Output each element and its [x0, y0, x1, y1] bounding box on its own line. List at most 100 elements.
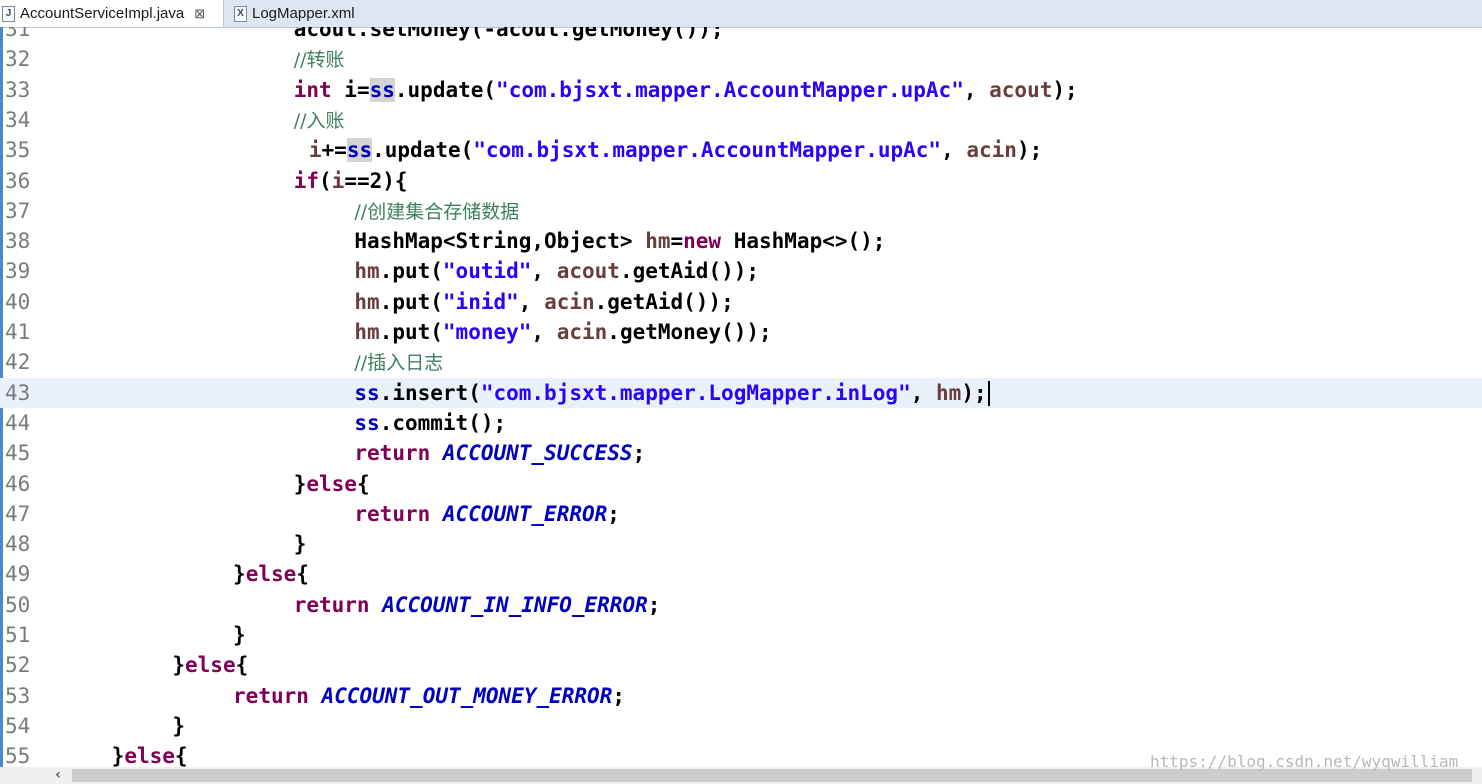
code-text: //入账 [294, 105, 345, 136]
editor-tab-bar: J AccountServiceImpl.java ⊠ X LogMapper.… [0, 0, 1482, 28]
code-token: acout [556, 259, 620, 284]
code-token: return [293, 592, 370, 617]
code-token: //入账 [293, 109, 345, 132]
scroll-left-arrow-icon[interactable]: ‹ [50, 767, 66, 784]
code-token: = [670, 229, 684, 254]
code-line[interactable]: 34 //入账 [0, 105, 1482, 135]
line-number: 47 [5, 501, 31, 526]
line-number: 43 [5, 380, 31, 405]
tab-label: AccountServiceImpl.java [20, 5, 185, 22]
code-line[interactable]: 39 hm.put("outid", acout.getAid()); [0, 256, 1482, 286]
code-line[interactable]: 50 return ACCOUNT_IN_INFO_ERROR; [0, 590, 1482, 620]
line-number: 41 [5, 320, 31, 344]
code-line[interactable]: 53 return ACCOUNT_OUT_MONEY_ERROR; [0, 681, 1482, 711]
code-line[interactable]: 46}else{ [0, 469, 1482, 499]
code-token: .put( [379, 259, 443, 284]
code-text: HashMap<String,Object> hm=new HashMap<>(… [354, 226, 885, 256]
code-token: ); [961, 380, 987, 405]
code-token: ss [354, 410, 380, 435]
code-line[interactable]: 32 //转账 [0, 44, 1482, 74]
code-line[interactable]: 45 return ACCOUNT_SUCCESS; [0, 438, 1482, 468]
code-token: , [518, 289, 545, 314]
line-number: 45 [5, 441, 31, 466]
code-token: acin [556, 320, 608, 344]
code-text: int i=ss.update("com.bjsxt.mapper.Accoun… [294, 75, 1078, 105]
code-text: } [294, 529, 307, 559]
code-token: //创建集合存储数据 [354, 200, 520, 223]
code-token: ACCOUNT_IN_INFO_ERROR [382, 592, 648, 617]
code-line[interactable]: 33 int i=ss.update("com.bjsxt.mapper.Acco… [0, 75, 1482, 105]
code-text: } [172, 711, 185, 741]
code-token: ss [346, 138, 373, 163]
tab-accountserviceimpl-java[interactable]: J AccountServiceImpl.java ⊠ [0, 0, 224, 27]
code-line[interactable]: 36 if(i==2){ [0, 166, 1482, 196]
code-token: .update( [372, 138, 474, 163]
code-text: return ACCOUNT_IN_INFO_ERROR; [294, 590, 661, 620]
code-line[interactable]: 37 //创建集合存储数据 [0, 196, 1482, 226]
code-token: , [910, 380, 937, 405]
line-number: 46 [5, 471, 31, 496]
code-token: } [233, 562, 246, 587]
code-token: "com.bjsxt.mapper.AccountMapper.upAc" [473, 138, 942, 163]
code-token: return [354, 441, 431, 466]
code-text: //转账 [294, 44, 345, 75]
code-text: hm.put("outid", acout.getAid()); [354, 256, 759, 286]
line-number: 35 [5, 138, 31, 163]
code-line[interactable]: 44 ss.commit(); [0, 408, 1482, 438]
code-token: ; [612, 683, 625, 708]
code-token: acin [966, 138, 1017, 163]
code-line[interactable]: 49}else{ [0, 559, 1482, 589]
code-editor[interactable]: 31 acout.setMoney(-acout.getMoney()); 32 //… [0, 27, 1482, 767]
code-token: hm [645, 229, 671, 254]
code-line[interactable]: 51} [0, 620, 1482, 650]
code-token: , [531, 320, 557, 344]
code-line[interactable]: 38 HashMap<String,Object> hm=new HashMap<… [0, 226, 1482, 256]
code-token: .insert( [379, 380, 481, 405]
code-line[interactable]: 35 i+=ss.update("com.bjsxt.mapper.Account… [0, 135, 1482, 165]
code-text: ss.commit(); [354, 408, 506, 438]
code-line[interactable]: 47 return ACCOUNT_ERROR; [0, 499, 1482, 529]
code-token: if [293, 168, 320, 193]
code-token: .update( [394, 77, 497, 102]
line-number: 42 [5, 350, 31, 375]
code-line[interactable]: 52}else{ [0, 650, 1482, 680]
code-text: }else{ [112, 741, 188, 767]
code-text: return ACCOUNT_ERROR; [354, 499, 620, 529]
code-token: "inid" [442, 289, 519, 314]
tab-logmapper-xml[interactable]: X LogMapper.xml [232, 0, 355, 27]
text-caret [988, 380, 990, 406]
code-token: "com.bjsxt.mapper.AccountMapper.upAc" [496, 77, 964, 102]
watermark: https://blog.csdn.net/wyqwilliam [1150, 752, 1459, 771]
line-number: 50 [5, 592, 31, 617]
code-text: //创建集合存储数据 [354, 196, 519, 227]
code-text: //插入日志 [354, 347, 443, 378]
code-token: //插入日志 [354, 352, 444, 375]
code-token: return [354, 501, 431, 526]
close-icon[interactable]: ⊠ [194, 6, 205, 22]
code-token: else [245, 562, 297, 587]
code-token: , [941, 138, 967, 163]
code-line[interactable]: 41 hm.put("money", acin.getMoney()); [0, 317, 1482, 347]
code-line[interactable]: 42 //插入日志 [0, 347, 1482, 377]
code-token: "money" [442, 320, 532, 344]
code-token: ss [369, 77, 395, 102]
code-line[interactable]: 43 ss.insert("com.bjsxt.mapper.LogMapper.… [0, 377, 1482, 408]
code-token: ACCOUNT_ERROR [442, 501, 608, 526]
code-line[interactable]: 31 acout.setMoney(-acout.getMoney()); [0, 27, 1482, 44]
code-token: else [306, 471, 357, 496]
code-token: } [293, 532, 307, 557]
line-number: 44 [5, 410, 31, 435]
code-token: ; [632, 441, 646, 466]
code-line[interactable]: 48} [0, 529, 1482, 559]
code-token: ACCOUNT_SUCCESS [442, 441, 633, 466]
code-token: ss [354, 380, 380, 405]
code-token: else [185, 653, 236, 678]
line-number: 40 [5, 289, 31, 314]
code-token: ); [1052, 77, 1078, 102]
line-number: 52 [5, 653, 31, 678]
code-line[interactable]: 40 hm.put("inid", acin.getAid()); [0, 287, 1482, 317]
code-token: } [293, 471, 307, 496]
code-line[interactable]: 54} [0, 711, 1482, 741]
